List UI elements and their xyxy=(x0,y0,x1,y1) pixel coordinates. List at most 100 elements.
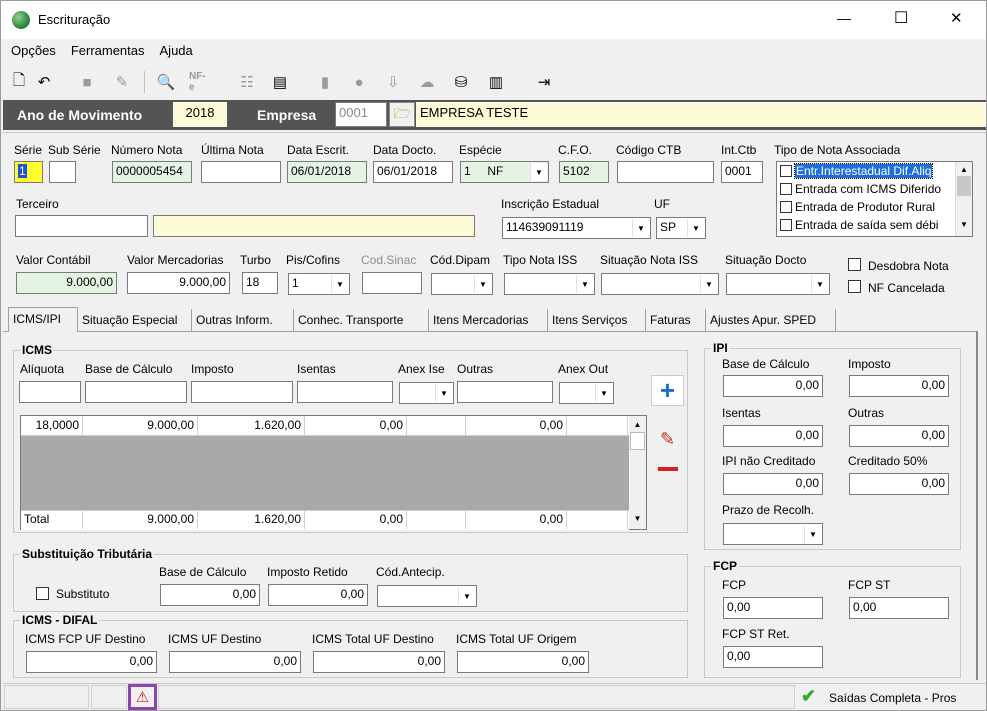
tipo-nota-item[interactable]: Entr.Interestadual Dif.Aliq xyxy=(777,162,955,180)
st-retido-field[interactable]: 0,00 xyxy=(268,584,368,606)
ipi-imposto-field[interactable]: 0,00 xyxy=(849,375,949,397)
sit-iss-select[interactable]: ▼ xyxy=(601,273,719,295)
warning-icon[interactable]: ⚠ xyxy=(128,684,157,710)
ipi-title: IPI xyxy=(711,341,730,355)
valor-contabil-field[interactable]: 9.000,00 xyxy=(16,272,117,294)
numero-field[interactable]: 0000005454 xyxy=(112,161,192,183)
fcp-st-field[interactable]: 0,00 xyxy=(849,597,949,619)
ultima-field[interactable] xyxy=(201,161,281,183)
download-icon[interactable]: ⇩ xyxy=(382,71,404,93)
tipo-nota-item[interactable]: Entrada de Produtor Rural xyxy=(777,198,955,216)
turbo-field[interactable]: 18 xyxy=(242,272,278,294)
icms-anex-out-select[interactable]: ▼ xyxy=(559,382,614,404)
apple-icon[interactable]: ● xyxy=(348,71,370,93)
menu-opcoes[interactable]: Opções xyxy=(11,43,56,58)
difal-fcp-label: ICMS FCP UF Destino xyxy=(25,632,146,646)
st-base-field[interactable]: 0,00 xyxy=(160,584,260,606)
subserie-field[interactable] xyxy=(49,161,76,183)
difal-fcp-field[interactable]: 0,00 xyxy=(26,651,157,673)
close-button[interactable]: ✕ xyxy=(950,9,963,27)
coins-icon[interactable]: ⛁ xyxy=(450,71,472,93)
difal-total-orig-field[interactable]: 0,00 xyxy=(457,651,589,673)
tab-0[interactable]: ICMS/IPI xyxy=(8,307,78,332)
menu-ferramentas[interactable]: Ferramentas xyxy=(71,43,145,58)
tab-2[interactable]: Outras Inform. xyxy=(192,309,294,331)
cloud-icon[interactable]: ☁ xyxy=(416,71,438,93)
scanner-icon[interactable]: ▤ xyxy=(269,71,291,93)
data-docto-field[interactable]: 06/01/2018 xyxy=(373,161,453,183)
difal-dest-field[interactable]: 0,00 xyxy=(169,651,301,673)
icms-aliquota-input[interactable] xyxy=(19,381,81,403)
menu-ajuda[interactable]: Ajuda xyxy=(160,43,193,58)
icms-isentas-input[interactable] xyxy=(297,381,393,403)
cod-dipam-select[interactable]: ▼ xyxy=(431,273,493,295)
fcp-field[interactable]: 0,00 xyxy=(723,597,823,619)
tab-7[interactable]: Ajustes Apur. SPED xyxy=(706,309,836,331)
ano-field[interactable]: 2018 xyxy=(173,102,227,127)
open-folder-icon[interactable]: 🗁 xyxy=(389,102,415,127)
serie-label: Série xyxy=(14,143,43,157)
preview-icon[interactable]: 🔍 xyxy=(155,71,177,93)
tipo-nota-checklist[interactable]: Entr.Interestadual Dif.Aliq Entrada com I… xyxy=(776,161,973,237)
fcp-st-ret-field[interactable]: 0,00 xyxy=(723,646,823,668)
tab-6[interactable]: Faturas xyxy=(646,309,706,331)
cancelada-checkbox[interactable] xyxy=(848,280,861,293)
tipo-nota-item[interactable]: Entrada com ICMS Diferido xyxy=(777,180,955,198)
substituto-label: Substituto xyxy=(56,587,110,601)
nfe-icon[interactable]: NF-e xyxy=(189,71,211,93)
columns-icon[interactable]: ▥ xyxy=(485,71,507,93)
remove-minus-icon[interactable] xyxy=(651,455,684,483)
add-plus-icon[interactable]: + xyxy=(651,375,684,406)
tipo-iss-select[interactable]: ▼ xyxy=(504,273,595,295)
icms-outras-input[interactable] xyxy=(457,381,553,403)
ipi-outras-field[interactable]: 0,00 xyxy=(849,425,949,447)
new-icon[interactable]: 🗋 xyxy=(8,71,30,93)
cod-sinac-field[interactable] xyxy=(362,272,422,294)
codigo-ctb-field[interactable] xyxy=(617,161,714,183)
empresa-code-field[interactable]: 0001 xyxy=(335,102,387,127)
sit-docto-select[interactable]: ▼ xyxy=(726,273,830,295)
icms-imposto-input[interactable] xyxy=(191,381,293,403)
minimize-button[interactable]: — xyxy=(837,10,851,26)
tipo-nota-item[interactable]: Entrada de saída sem débi xyxy=(777,216,955,234)
item-checkbox[interactable] xyxy=(780,201,792,213)
tree-icon[interactable]: ☷ xyxy=(236,71,258,93)
difal-total-dest-field[interactable]: 0,00 xyxy=(313,651,445,673)
tools-icon[interactable]: ✎ xyxy=(111,71,133,93)
scrollbar[interactable]: ▲ ▼ xyxy=(629,416,646,529)
item-checkbox[interactable] xyxy=(780,165,792,177)
int-ctb-field[interactable]: 0001 xyxy=(721,161,763,183)
desdobra-checkbox[interactable] xyxy=(848,258,861,271)
especie-select[interactable]: 1 NF ▼ xyxy=(460,161,549,183)
scrollbar[interactable]: ▲ ▼ xyxy=(955,162,972,236)
data-escrit-field[interactable]: 06/01/2018 xyxy=(287,161,367,183)
edit-pencil-icon[interactable]: ✎ xyxy=(651,425,684,453)
ipi-base-field[interactable]: 0,00 xyxy=(723,375,823,397)
uf-select[interactable]: SP ▼ xyxy=(656,217,706,239)
maximize-button[interactable]: ☐ xyxy=(894,8,908,28)
exit-icon[interactable]: ⇥ xyxy=(533,71,555,93)
item-checkbox[interactable] xyxy=(780,183,792,195)
undo-icon[interactable]: ↶ xyxy=(33,71,55,93)
tab-5[interactable]: Itens Serviços xyxy=(548,309,646,331)
ipi-cred50-field[interactable]: 0,00 xyxy=(849,473,949,495)
pis-select[interactable]: 1 ▼ xyxy=(288,273,350,295)
ipi-prazo-select[interactable]: ▼ xyxy=(723,523,823,545)
folder-icon[interactable]: ▮ xyxy=(314,71,336,93)
valor-merc-field[interactable]: 9.000,00 xyxy=(127,272,230,294)
cfo-field[interactable]: 5102 xyxy=(559,161,609,183)
tab-4[interactable]: Itens Mercadorias xyxy=(429,309,548,331)
terceiro-code-field[interactable] xyxy=(15,215,148,237)
tab-3[interactable]: Conhec. Transporte xyxy=(294,309,429,331)
stop-icon[interactable]: ■ xyxy=(76,71,98,93)
tab-1[interactable]: Situação Especial xyxy=(78,309,192,331)
icms-base-input[interactable] xyxy=(85,381,187,403)
st-antecip-select[interactable]: ▼ xyxy=(377,585,477,607)
item-checkbox[interactable] xyxy=(780,219,792,231)
ipi-nao-cred-field[interactable]: 0,00 xyxy=(723,473,823,495)
icms-anex-ise-select[interactable]: ▼ xyxy=(399,382,454,404)
substituto-checkbox[interactable] xyxy=(36,587,49,600)
ie-select[interactable]: 114639091119 ▼ xyxy=(502,217,651,239)
ipi-isentas-field[interactable]: 0,00 xyxy=(723,425,823,447)
serie-field[interactable]: 1 xyxy=(14,161,43,183)
